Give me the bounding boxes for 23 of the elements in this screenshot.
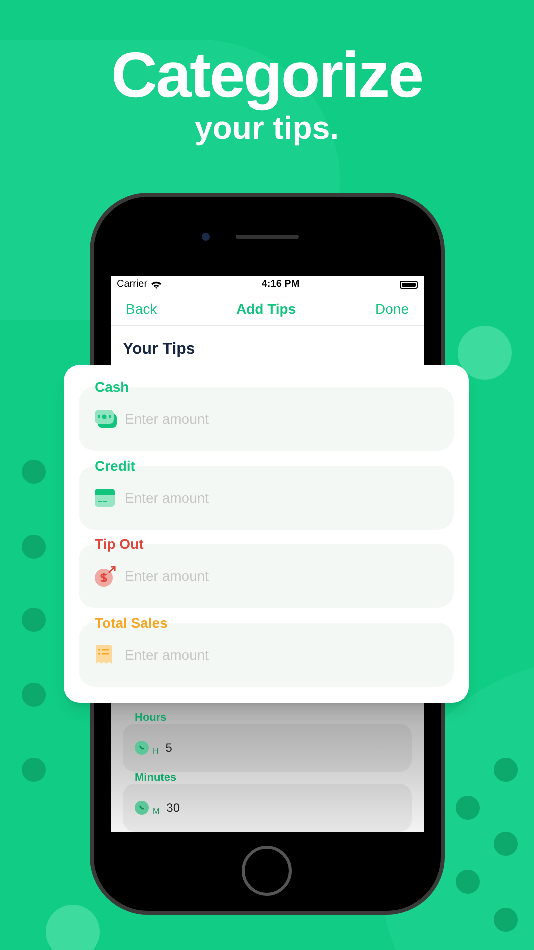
cash-icon <box>95 410 117 428</box>
unit-label: H <box>153 746 159 758</box>
field-label: Minutes <box>135 771 177 786</box>
section-title: Your Tips <box>122 340 196 360</box>
status-time: 4:16 PM <box>262 278 300 292</box>
receipt-icon <box>95 644 113 664</box>
nav-title: Add Tips <box>236 300 296 319</box>
time-field[interactable]: H 5 <box>123 724 412 772</box>
dollar-coin-icon <box>95 565 117 587</box>
wifi-icon <box>150 280 162 288</box>
clock-icon <box>135 801 149 815</box>
credit-card-icon <box>95 488 115 506</box>
field-value: 30 <box>166 800 180 817</box>
clock-icon <box>135 741 149 755</box>
battery-icon <box>400 280 418 288</box>
carrier-label: Carrier <box>117 278 148 292</box>
headline: Categorize <box>111 40 423 110</box>
field-label: Hours <box>135 711 167 726</box>
time-field[interactable]: M 30 <box>123 784 412 832</box>
field-value: 5 <box>166 740 172 757</box>
unit-label: M <box>153 806 160 818</box>
speaker-grille <box>236 235 299 239</box>
subheadline: your tips. <box>194 110 339 146</box>
